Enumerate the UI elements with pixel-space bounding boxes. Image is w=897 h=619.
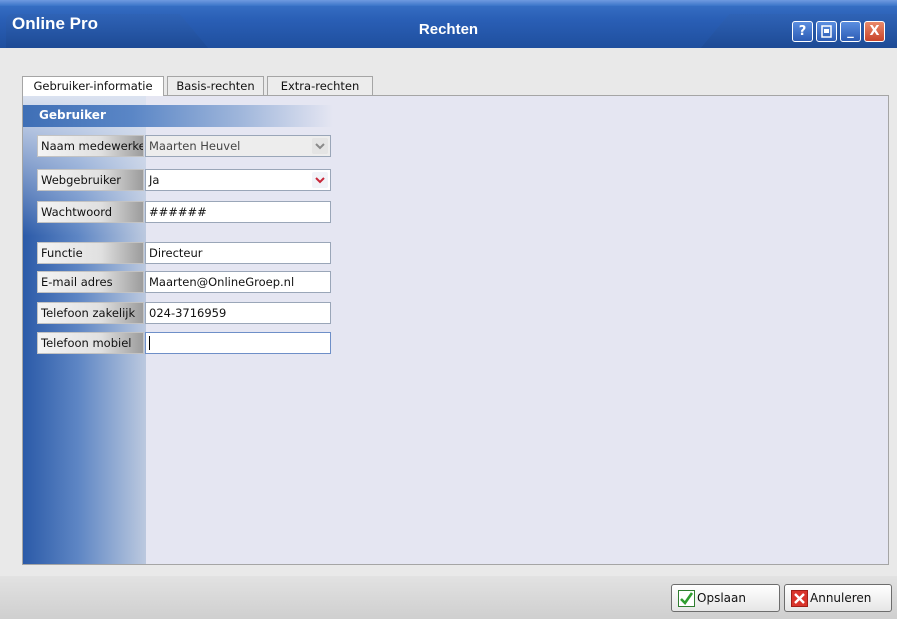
- checkmark-icon: [678, 589, 695, 607]
- cancel-button[interactable]: Annuleren: [784, 584, 892, 612]
- chevron-down-icon[interactable]: [312, 138, 328, 154]
- window: Online Pro Rechten ? _ X Gebruiker-infor…: [0, 0, 897, 619]
- naam-dropdown[interactable]: Maarten Heuvel: [145, 135, 331, 157]
- wachtwoord-label: Wachtwoord: [37, 201, 144, 223]
- print-icon: [821, 25, 832, 38]
- email-input[interactable]: Maarten@OnlineGroep.nl: [145, 271, 331, 293]
- tel-zakelijk-input[interactable]: 024-3716959: [145, 302, 331, 324]
- naam-value: Maarten Heuvel: [149, 139, 241, 153]
- title-bar: Online Pro Rechten ? _ X: [0, 0, 897, 48]
- tab-panel: Gebruiker Naam medewerke Maarten Heuvel …: [22, 95, 889, 565]
- webgebruiker-label: Webgebruiker: [37, 169, 144, 191]
- cancel-label: Annuleren: [810, 591, 872, 605]
- minimize-icon: _: [847, 24, 854, 39]
- tab-gebruiker-informatie[interactable]: Gebruiker-informatie: [22, 76, 164, 96]
- save-label: Opslaan: [697, 591, 746, 605]
- help-icon: ?: [798, 24, 807, 39]
- webgebruiker-value: Ja: [149, 173, 160, 187]
- functie-input[interactable]: Directeur: [145, 242, 331, 264]
- webgebruiker-dropdown[interactable]: Ja: [145, 169, 331, 191]
- section-header: Gebruiker: [23, 105, 333, 127]
- tab-extra-rechten[interactable]: Extra-rechten: [267, 76, 373, 95]
- help-button[interactable]: ?: [792, 21, 813, 42]
- print-button[interactable]: [816, 21, 837, 42]
- tel-zakelijk-label: Telefoon zakelijk: [37, 302, 144, 324]
- section-title: Gebruiker: [39, 108, 106, 122]
- chevron-down-icon[interactable]: [312, 172, 328, 188]
- label-column-background: [23, 96, 146, 564]
- close-icon: X: [869, 24, 880, 39]
- app-name: Online Pro: [12, 14, 98, 33]
- tab-basis-rechten[interactable]: Basis-rechten: [167, 76, 264, 95]
- tel-mobiel-label: Telefoon mobiel: [37, 332, 144, 354]
- tel-mobiel-input[interactable]: [145, 332, 331, 354]
- close-button[interactable]: X: [864, 21, 885, 42]
- naam-label: Naam medewerke: [37, 135, 144, 157]
- text-caret: [149, 336, 150, 350]
- minimize-button[interactable]: _: [840, 21, 861, 42]
- bottom-bar: Opslaan Annuleren: [0, 576, 897, 619]
- cross-icon: [791, 589, 808, 607]
- wachtwoord-input[interactable]: ######: [145, 201, 331, 223]
- functie-label: Functie: [37, 242, 144, 264]
- save-button[interactable]: Opslaan: [671, 584, 780, 612]
- email-label: E-mail adres: [37, 271, 144, 293]
